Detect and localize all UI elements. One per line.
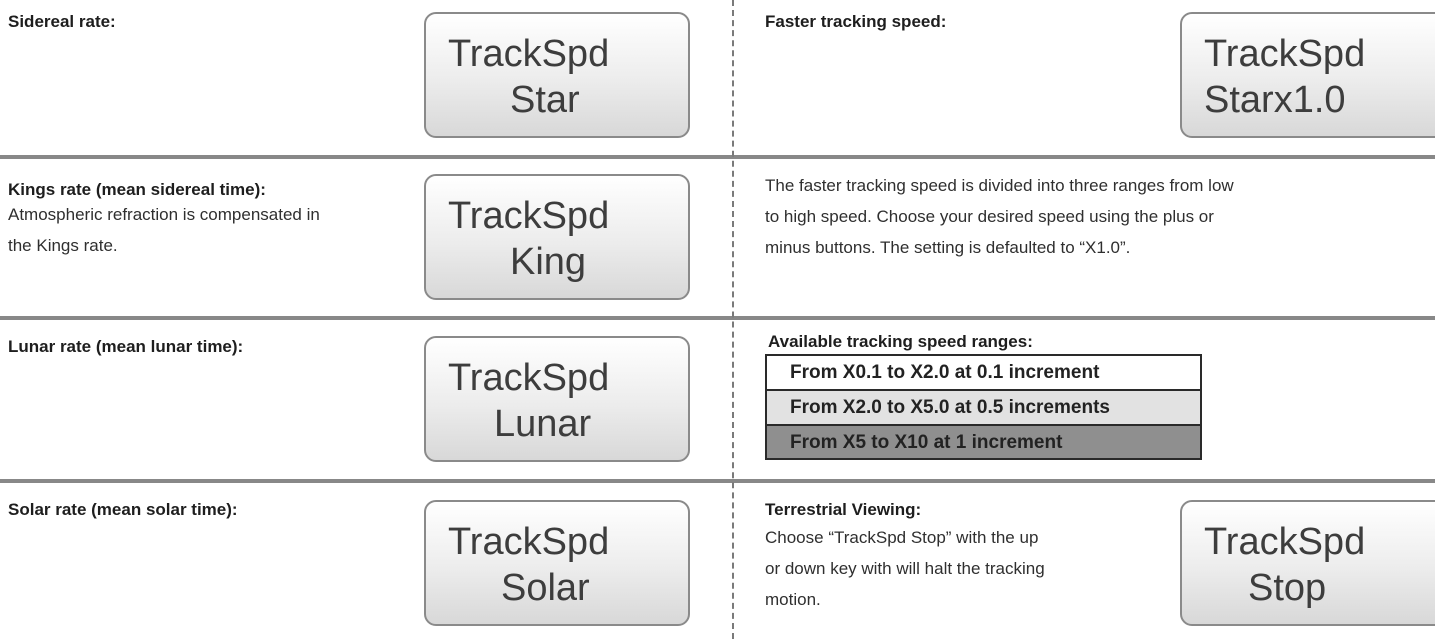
kings-description: Atmospheric refraction is compensated in… [8,199,320,261]
lcd-kings: TrackSpd King [424,174,690,300]
lcd-line-1: TrackSpd [1204,521,1366,563]
lcd-line-2: Lunar [494,403,592,445]
lcd-line-2: Starx1.0 [1204,79,1346,121]
divider-2 [0,316,1435,320]
kings-desc-line-1: Atmospheric refraction is compensated in [8,205,320,224]
faster-heading: Faster tracking speed: [765,12,947,31]
terrestrial-desc-line-2: or down key with will halt the tracking [765,559,1045,578]
lunar-heading: Lunar rate (mean lunar time): [8,337,244,356]
terrestrial-desc-line-1: Choose “TrackSpd Stop” with the up [765,528,1039,547]
lcd-terrestrial: TrackSpd Stop [1180,500,1435,626]
faster-desc-line-2: to high speed. Choose your desired speed… [765,207,1214,226]
range-row: From X5 to X10 at 1 increment [767,426,1200,458]
solar-heading: Solar rate (mean solar time): [8,500,238,519]
terrestrial-description: Choose “TrackSpd Stop” with the up or do… [765,522,1045,615]
lcd-sidereal: TrackSpd Star [424,12,690,138]
divider-1 [0,155,1435,159]
kings-heading: Kings rate (mean sidereal time): [8,180,266,199]
ranges-table: From X0.1 to X2.0 at 0.1 increment From … [765,354,1202,460]
faster-description: The faster tracking speed is divided int… [765,170,1234,263]
lcd-faster: TrackSpd Starx1.0 [1180,12,1435,138]
lcd-line-2: Star [510,79,580,121]
ranges-heading: Available tracking speed ranges: [768,332,1033,351]
terrestrial-desc-line-3: motion. [765,590,821,609]
lcd-solar: TrackSpd Solar [424,500,690,626]
lcd-line-2: Solar [501,567,590,609]
lcd-line-2: Stop [1248,567,1327,609]
lcd-line-1: TrackSpd [448,33,610,75]
faster-desc-line-3: minus buttons. The setting is defaulted … [765,238,1131,257]
range-row: From X0.1 to X2.0 at 0.1 increment [767,356,1200,391]
divider-3 [0,479,1435,483]
terrestrial-heading: Terrestrial Viewing: [765,500,922,519]
range-row: From X2.0 to X5.0 at 0.5 increments [767,391,1200,426]
lcd-lunar: TrackSpd Lunar [424,336,690,462]
lcd-line-1: TrackSpd [1204,33,1366,75]
lcd-line-1: TrackSpd [448,521,610,563]
faster-desc-line-1: The faster tracking speed is divided int… [765,176,1234,195]
kings-desc-line-2: the Kings rate. [8,236,118,255]
lcd-line-2: King [510,241,587,283]
lcd-line-1: TrackSpd [448,357,610,399]
sidereal-heading: Sidereal rate: [8,12,116,31]
lcd-line-1: TrackSpd [448,195,610,237]
center-dashed-divider [732,0,734,639]
